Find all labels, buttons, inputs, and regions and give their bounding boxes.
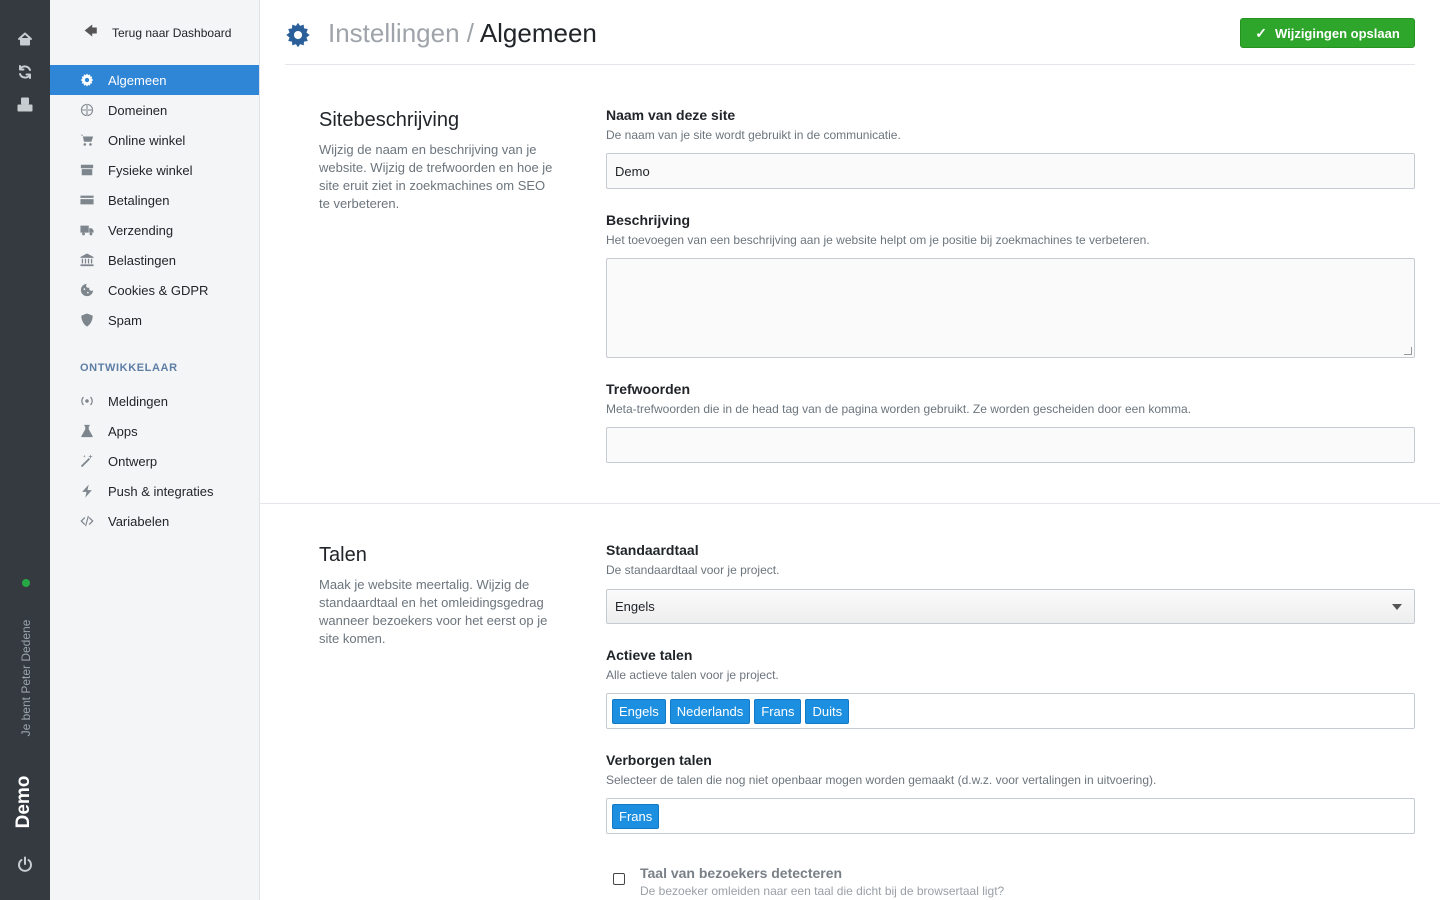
- save-changes-button[interactable]: ✓ Wijzigingen opslaan: [1240, 18, 1415, 48]
- sidebar-item-label: Apps: [108, 423, 138, 439]
- active-languages-help: Alle actieve talen voor je project.: [606, 668, 779, 682]
- sidebar-section-header: ONTWIKKELAAR: [80, 362, 178, 374]
- breadcrumb-separator: /: [466, 18, 475, 48]
- sidebar-item-algemeen[interactable]: Algemeen: [50, 65, 259, 95]
- cookie-icon: [80, 283, 108, 297]
- language-tag[interactable]: Duits: [805, 698, 850, 724]
- arrow-left-icon: 🡄: [84, 23, 98, 38]
- credit-card-icon: [80, 193, 108, 207]
- description-textarea[interactable]: [606, 258, 1415, 358]
- default-language-label: Standaardtaal: [606, 542, 699, 558]
- gear-icon: [80, 73, 108, 87]
- sidebar-item-betalingen[interactable]: Betalingen: [50, 185, 259, 215]
- section-title-languages: Talen: [319, 544, 367, 566]
- sidebar-item-label: Ontwerp: [108, 453, 158, 469]
- language-tag[interactable]: Engels: [612, 698, 666, 724]
- sidebar-item-label: Betalingen: [108, 192, 170, 208]
- sidebar-item-label: Online winkel: [108, 132, 186, 148]
- truck-icon: [80, 223, 108, 237]
- sidebar-item-label: Spam: [108, 312, 142, 328]
- code-icon: [80, 514, 108, 528]
- section-title-site: Sitebeschrijving: [319, 109, 460, 131]
- detect-language-label: Taal van bezoekers detecteren: [640, 865, 843, 881]
- active-languages-input[interactable]: Engels Nederlands Frans Duits: [606, 693, 1415, 729]
- sidebar-item-spam[interactable]: Spam: [50, 305, 259, 335]
- sidebar-item-label: Push & integraties: [108, 483, 214, 499]
- page-title: Instellingen / Algemeen: [328, 18, 597, 49]
- app-rail: Je bent Peter Dedene Demo: [0, 0, 50, 900]
- sync-icon[interactable]: [14, 61, 36, 83]
- power-icon[interactable]: [14, 853, 36, 875]
- sidebar-item-label: Algemeen: [108, 72, 167, 88]
- site-name-help: De naam van je site wordt gebruikt in de…: [606, 128, 901, 142]
- sidebar-item-label: Belastingen: [108, 252, 176, 268]
- online-status-dot: [22, 579, 30, 587]
- site-name-input[interactable]: Demo: [606, 153, 1415, 189]
- keywords-label: Trefwoorden: [606, 381, 691, 397]
- active-languages-label: Actieve talen: [606, 647, 693, 663]
- sidebar-item-domeinen[interactable]: Domeinen: [50, 95, 259, 125]
- language-tag[interactable]: Frans: [754, 698, 802, 724]
- save-button-label: Wijzigingen opslaan: [1274, 25, 1400, 41]
- current-user-label: Je bent Peter Dedene: [19, 619, 33, 737]
- section-desc-languages: Maak je website meertalig. Wijzig de sta…: [319, 577, 548, 646]
- keywords-help: Meta-trefwoorden die in de head tag van …: [606, 402, 1192, 416]
- description-label: Beschrijving: [606, 212, 691, 228]
- sidebar-item-label: Meldingen: [108, 393, 168, 409]
- sidebar-item-label: Fysieke winkel: [108, 162, 193, 178]
- boxes-icon[interactable]: [14, 94, 36, 116]
- broadcast-icon: [80, 394, 108, 408]
- settings-sidebar: 🡄 Terug naar Dashboard Algemeen Domeinen…: [50, 0, 260, 900]
- gear-icon: [285, 22, 311, 48]
- default-language-select[interactable]: Engels: [606, 589, 1415, 624]
- main-content: Instellingen / Algemeen ✓ Wijzigingen op…: [260, 0, 1440, 900]
- sidebar-item-ontwerp[interactable]: Ontwerp: [50, 446, 259, 476]
- sidebar-item-label: Verzending: [108, 222, 174, 238]
- language-tag[interactable]: Nederlands: [669, 698, 751, 724]
- sidebar-item-label: Variabelen: [108, 513, 170, 529]
- language-tag[interactable]: Frans: [612, 803, 660, 829]
- hidden-languages-help: Selecteer de talen die nog niet openbaar…: [606, 773, 1157, 787]
- breadcrumb-current: Algemeen: [479, 18, 597, 48]
- sidebar-item-verzending[interactable]: Verzending: [50, 215, 259, 245]
- sidebar-item-cookies-gdpr[interactable]: Cookies & GDPR: [50, 275, 259, 305]
- site-name-label: Naam van deze site: [606, 107, 736, 123]
- sidebar-item-fysieke-winkel[interactable]: Fysieke winkel: [50, 155, 259, 185]
- site-name-label: Demo: [13, 775, 34, 829]
- back-link-label: Terug naar Dashboard: [112, 26, 232, 40]
- sidebar-item-belastingen[interactable]: Belastingen: [50, 245, 259, 275]
- globe-icon: [80, 103, 108, 117]
- detect-language-help: De bezoeker omleiden naar een taal die d…: [640, 884, 1005, 898]
- breadcrumb-instellingen[interactable]: Instellingen: [328, 18, 460, 48]
- flask-icon: [80, 424, 108, 438]
- home-icon[interactable]: [14, 28, 36, 50]
- detect-language-checkbox[interactable]: [613, 873, 625, 885]
- sidebar-item-variabelen[interactable]: Variabelen: [50, 506, 259, 536]
- bank-icon: [80, 253, 108, 267]
- cart-icon: [80, 133, 108, 147]
- sidebar-item-push-integraties[interactable]: Push & integraties: [50, 476, 259, 506]
- sidebar-item-online-winkel[interactable]: Online winkel: [50, 125, 259, 155]
- resize-handle-icon[interactable]: [1404, 347, 1412, 355]
- sidebar-item-apps[interactable]: Apps: [50, 416, 259, 446]
- sidebar-item-label: Cookies & GDPR: [108, 282, 209, 298]
- store-icon: [80, 163, 108, 177]
- magic-wand-icon: [80, 454, 108, 468]
- description-help: Het toevoegen van een beschrijving aan j…: [606, 233, 1150, 247]
- default-language-value: Engels: [615, 599, 655, 614]
- check-icon: ✓: [1255, 24, 1267, 41]
- back-to-dashboard-link[interactable]: 🡄 Terug naar Dashboard: [80, 22, 231, 44]
- chevron-down-icon: [1392, 604, 1402, 610]
- page-header: Instellingen / Algemeen ✓ Wijzigingen op…: [285, 0, 1415, 65]
- section-divider: [260, 503, 1440, 504]
- section-desc-site: Wijzig de naam en beschrijving van je we…: [319, 142, 553, 211]
- shield-icon: [80, 313, 108, 327]
- keywords-input[interactable]: [606, 427, 1415, 463]
- hidden-languages-label: Verborgen talen: [606, 752, 712, 768]
- bolt-icon: [80, 484, 108, 498]
- hidden-languages-input[interactable]: Frans: [606, 798, 1415, 834]
- sidebar-item-meldingen[interactable]: Meldingen: [50, 386, 259, 416]
- default-language-help: De standaardtaal voor je project.: [606, 563, 780, 577]
- sidebar-item-label: Domeinen: [108, 102, 168, 118]
